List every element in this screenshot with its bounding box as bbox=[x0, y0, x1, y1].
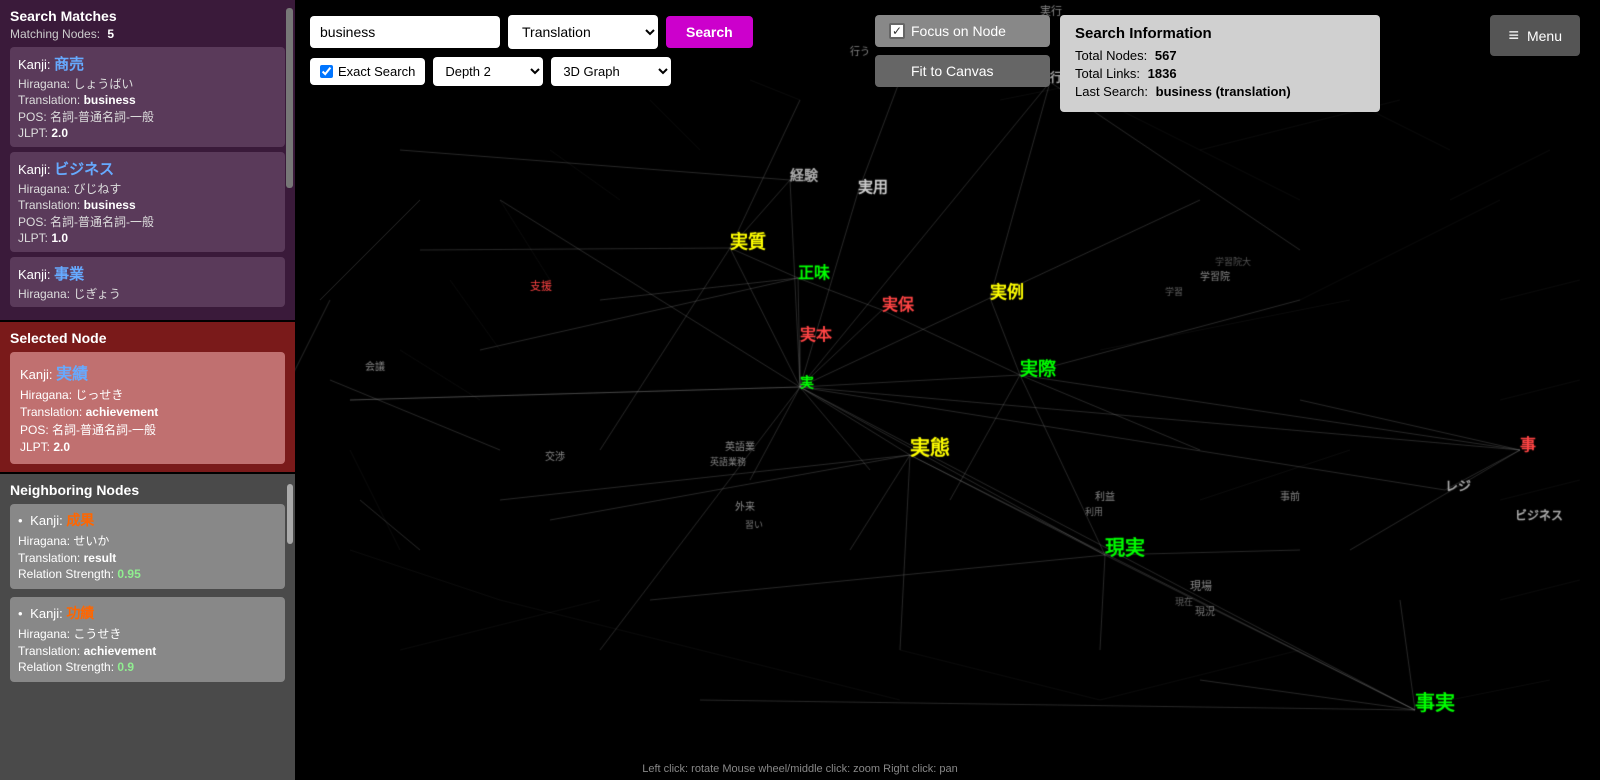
selected-kanji: 実績 bbox=[56, 366, 88, 383]
match-2-kanji: ビジネス bbox=[54, 161, 114, 178]
match-card-1[interactable]: Kanji: 商売 Hiragana: しょうばい Translation: b… bbox=[10, 47, 285, 147]
toolbar: Translation Hiragana Kanji Romaji Search… bbox=[310, 15, 753, 86]
total-links-info: Total Links: 1836 bbox=[1075, 66, 1365, 81]
selected-node-title: Selected Node bbox=[10, 330, 285, 346]
neighboring-nodes-panel: Neighboring Nodes • Kanji: 成果 Hiragana: … bbox=[0, 474, 295, 780]
graph-type-select[interactable]: 3D Graph 2D Graph bbox=[551, 57, 671, 86]
search-matches-title: Search Matches bbox=[10, 8, 285, 24]
status-bar: Left click: rotate Mouse wheel/middle cl… bbox=[642, 763, 957, 775]
match-card-3[interactable]: Kanji: 事業 Hiragana: じぎょう bbox=[10, 257, 285, 307]
neighbor-card-1[interactable]: • Kanji: 成果 Hiragana: せいか Translation: r… bbox=[10, 504, 285, 589]
selected-node-card: Kanji: 実績 Hiragana: じっせき Translation: ac… bbox=[10, 352, 285, 464]
match-card-2[interactable]: Kanji: ビジネス Hiragana: びじねす Translation: … bbox=[10, 152, 285, 252]
sidebar: Search Matches Matching Nodes: 5 Kanji: … bbox=[0, 0, 295, 780]
menu-icon: ≡ bbox=[1508, 25, 1519, 46]
focus-panel: ✓ Focus on Node Fit to Canvas bbox=[875, 15, 1050, 87]
focus-checkbox-icon: ✓ bbox=[889, 23, 905, 39]
focus-on-node-button[interactable]: ✓ Focus on Node bbox=[875, 15, 1050, 47]
neighboring-nodes-title: Neighboring Nodes bbox=[10, 482, 285, 498]
toolbar-row-1: Translation Hiragana Kanji Romaji Search bbox=[310, 15, 753, 49]
search-button[interactable]: Search bbox=[666, 16, 753, 48]
fit-to-canvas-button[interactable]: Fit to Canvas bbox=[875, 55, 1050, 87]
depth-select[interactable]: Depth 1 Depth 2 Depth 3 Depth 4 bbox=[433, 57, 543, 86]
menu-label: Menu bbox=[1527, 28, 1562, 44]
search-info-panel: Search Information Total Nodes: 567 Tota… bbox=[1060, 15, 1380, 112]
search-info-title: Search Information bbox=[1075, 25, 1365, 42]
toolbar-row-2: Exact Search Depth 1 Depth 2 Depth 3 Dep… bbox=[310, 57, 753, 86]
last-search-info: Last Search: business (translation) bbox=[1075, 84, 1365, 99]
matching-nodes-count: Matching Nodes: 5 bbox=[10, 27, 285, 41]
match-1-kanji: 商売 bbox=[54, 56, 84, 73]
selected-node-panel: Selected Node Kanji: 実績 Hiragana: じっせき T… bbox=[0, 322, 295, 472]
match-3-kanji: 事業 bbox=[54, 266, 84, 283]
total-nodes-info: Total Nodes: 567 bbox=[1075, 48, 1365, 63]
search-matches-panel: Search Matches Matching Nodes: 5 Kanji: … bbox=[0, 0, 295, 320]
neighbor-1-kanji: 成果 bbox=[66, 512, 94, 528]
translation-select[interactable]: Translation Hiragana Kanji Romaji bbox=[508, 15, 658, 49]
search-matches-scrollbar[interactable] bbox=[286, 8, 293, 188]
neighbor-card-2[interactable]: • Kanji: 功績 Hiragana: こうせき Translation: … bbox=[10, 597, 285, 682]
neighbor-2-kanji: 功績 bbox=[66, 605, 94, 621]
neighbor-scrollbar[interactable] bbox=[287, 484, 293, 544]
exact-search-checkbox[interactable]: Exact Search bbox=[310, 58, 425, 85]
menu-button[interactable]: ≡ Menu bbox=[1490, 15, 1580, 56]
search-input[interactable] bbox=[310, 16, 500, 48]
